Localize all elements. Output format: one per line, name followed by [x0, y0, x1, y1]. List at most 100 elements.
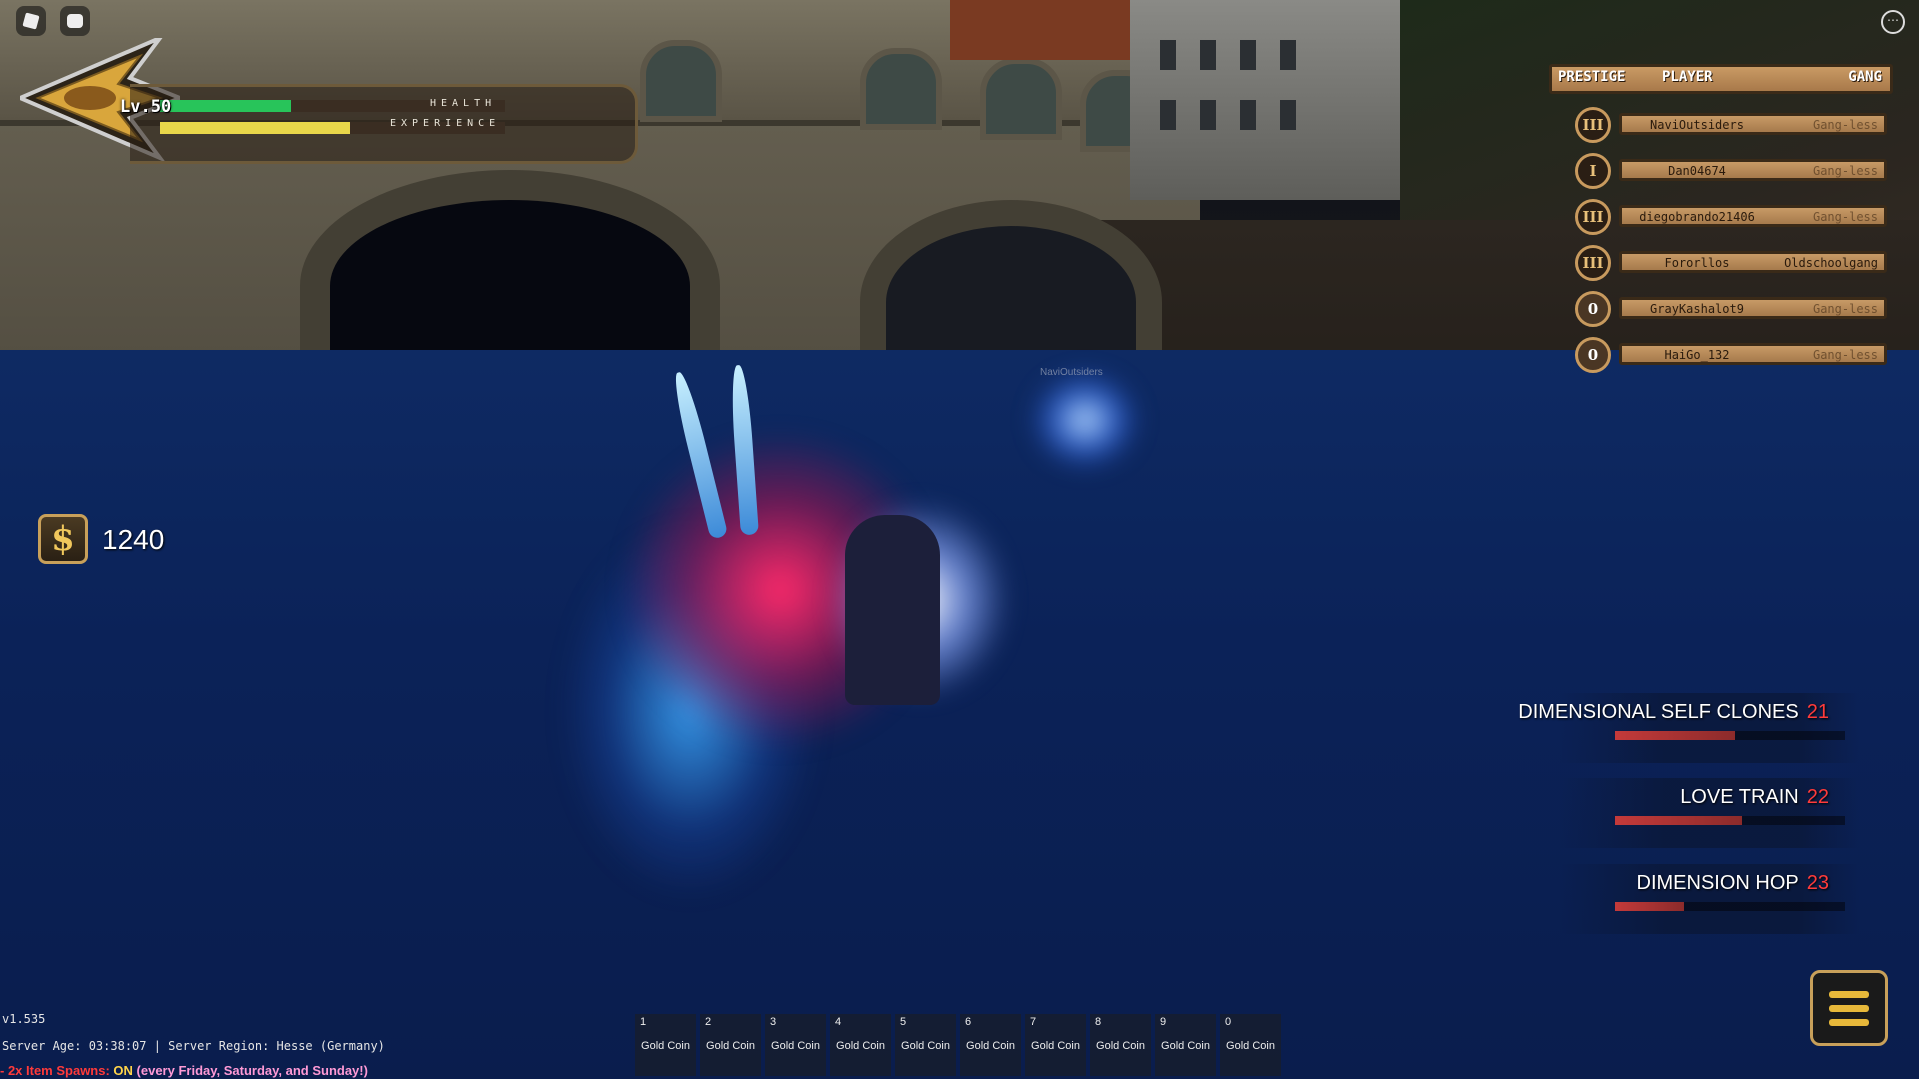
experience-bar-fill: [160, 122, 350, 134]
skill-keybind: 22: [1806, 786, 1829, 808]
slot-key: 6: [965, 1016, 972, 1028]
slot-item: Gold Coin: [901, 1040, 950, 1052]
cooldown-bar: [1615, 902, 1845, 911]
prestige-badge: I: [1575, 153, 1611, 189]
gang-name: Gang-less: [1812, 302, 1878, 316]
hotbar-slot[interactable]: 4 Gold Coin: [830, 1014, 891, 1076]
main-menu-button[interactable]: [1810, 970, 1888, 1046]
skill-cooldown: DIMENSIONAL SELF CLONES 21: [1518, 693, 1859, 763]
money-amount: 1240: [102, 524, 165, 555]
experience-label: EXPERIENCE: [390, 118, 501, 129]
player-name: HaiGo_132: [1664, 348, 1730, 362]
hotbar: 1 Gold Coin 2 Gold Coin 3 Gold Coin 4 Gold C…: [635, 1014, 1281, 1076]
item-spawns-notice: - 2x Item Spawns: ON (every Friday, Satu…: [0, 1063, 368, 1078]
slot-key: 1: [640, 1016, 647, 1028]
gang-column-header: GANG: [1848, 69, 1882, 85]
remote-player-aura: [1030, 370, 1140, 470]
bridge-window: [640, 40, 722, 122]
player-name: Fororllos: [1664, 256, 1730, 270]
spawns-prefix: - 2x Item Spawns:: [0, 1063, 114, 1078]
background-building: [1130, 0, 1440, 200]
hotbar-slot[interactable]: 9 Gold Coin: [1155, 1014, 1216, 1076]
gang-name: Oldschoolgang: [1784, 256, 1878, 270]
slot-item: Gold Coin: [641, 1040, 690, 1052]
prestige-badge: 0: [1575, 337, 1611, 373]
hotbar-slot[interactable]: 3 Gold Coin: [765, 1014, 826, 1076]
hotbar-slot[interactable]: 0 Gold Coin: [1220, 1014, 1281, 1076]
bridge-window: [860, 48, 942, 130]
gang-name: Gang-less: [1812, 118, 1878, 132]
health-label: HEALTH: [430, 98, 497, 109]
bridge-window: [980, 58, 1062, 140]
hotbar-slot[interactable]: 8 Gold Coin: [1090, 1014, 1151, 1076]
version-label: v1.535: [2, 1012, 46, 1026]
slot-item: Gold Coin: [1226, 1040, 1275, 1052]
skill-cooldown: DIMENSION HOP 23: [1559, 864, 1859, 934]
leaderboard-row[interactable]: III Fororllos Oldschoolgang: [1575, 245, 1887, 281]
gang-name: Gang-less: [1812, 348, 1878, 362]
leaderboard-header: PRESTIGE PLAYER GANG: [1549, 64, 1893, 94]
spawns-status: ON: [113, 1063, 133, 1078]
prestige-column-header: PRESTIGE: [1558, 69, 1626, 85]
slot-key: 5: [900, 1016, 907, 1028]
slot-key: 8: [1095, 1016, 1102, 1028]
status-hud: HEALTH EXPERIENCE Lv.50: [20, 30, 640, 180]
hotbar-slot[interactable]: 5 Gold Coin: [895, 1014, 956, 1076]
prestige-badge: 0: [1575, 291, 1611, 327]
player-level: Lv.50: [120, 97, 172, 117]
skill-name: DIMENSIONAL SELF CLONES: [1518, 701, 1799, 723]
hotbar-slot[interactable]: 2 Gold Coin: [700, 1014, 761, 1076]
player-name: GrayKashalot9: [1650, 302, 1744, 316]
leaderboard-row[interactable]: 0 HaiGo_132 Gang-less: [1575, 337, 1887, 373]
chat-icon: [67, 14, 83, 28]
server-info: Server Age: 03:38:07 | Server Region: He…: [2, 1039, 385, 1053]
dollar-icon: $: [38, 514, 88, 564]
player-name: Dan04674: [1668, 164, 1726, 178]
slot-key: 3: [770, 1016, 777, 1028]
leaderboard-row[interactable]: 0 GrayKashalot9 Gang-less: [1575, 291, 1887, 327]
slot-item: Gold Coin: [706, 1040, 755, 1052]
slot-key: 4: [835, 1016, 842, 1028]
prestige-badge: III: [1575, 199, 1611, 235]
slot-key: 9: [1160, 1016, 1167, 1028]
leaderboard-row[interactable]: I Dan04674 Gang-less: [1575, 153, 1887, 189]
leaderboard-row[interactable]: III diegobrando21406 Gang-less: [1575, 199, 1887, 235]
slot-item: Gold Coin: [966, 1040, 1015, 1052]
spawns-days: (every Friday, Saturday, and Sunday!): [132, 1063, 368, 1078]
roof: [950, 0, 1130, 60]
skill-keybind: 21: [1806, 701, 1829, 723]
cooldown-bar-fill: [1615, 731, 1735, 740]
skill-name: DIMENSION HOP: [1636, 872, 1799, 894]
remote-player-name: NaviOutsiders: [1040, 367, 1103, 378]
slot-item: Gold Coin: [1096, 1040, 1145, 1052]
slot-key: 2: [705, 1016, 712, 1028]
slot-item: Gold Coin: [771, 1040, 820, 1052]
more-options-icon[interactable]: ⋯: [1881, 10, 1905, 34]
skill-name: LOVE TRAIN: [1680, 786, 1799, 808]
player-character[interactable]: [845, 515, 940, 705]
hotbar-slot[interactable]: 7 Gold Coin: [1025, 1014, 1086, 1076]
cooldown-bar-fill: [1615, 902, 1684, 911]
slot-item: Gold Coin: [1031, 1040, 1080, 1052]
hotbar-slot[interactable]: 1 Gold Coin: [635, 1014, 696, 1076]
player-column-header: PLAYER: [1662, 69, 1713, 85]
health-bar-fill: [160, 100, 292, 112]
player-name: NaviOutsiders: [1650, 118, 1744, 132]
hotbar-slot[interactable]: 6 Gold Coin: [960, 1014, 1021, 1076]
leaderboard-row[interactable]: III NaviOutsiders Gang-less: [1575, 107, 1887, 143]
gang-name: Gang-less: [1812, 210, 1878, 224]
player-name: diegobrando21406: [1639, 210, 1755, 224]
cooldown-bar-fill: [1615, 816, 1742, 825]
skill-cooldown: LOVE TRAIN 22: [1559, 778, 1859, 848]
slot-key: 0: [1225, 1016, 1232, 1028]
slot-key: 7: [1030, 1016, 1037, 1028]
prestige-badge: III: [1575, 107, 1611, 143]
skill-keybind: 23: [1806, 872, 1829, 894]
prestige-badge: III: [1575, 245, 1611, 281]
slot-item: Gold Coin: [836, 1040, 885, 1052]
cooldown-bar: [1615, 731, 1845, 740]
cooldown-bar: [1615, 816, 1845, 825]
slot-item: Gold Coin: [1161, 1040, 1210, 1052]
roblox-logo-icon: [22, 12, 40, 30]
gang-name: Gang-less: [1812, 164, 1878, 178]
